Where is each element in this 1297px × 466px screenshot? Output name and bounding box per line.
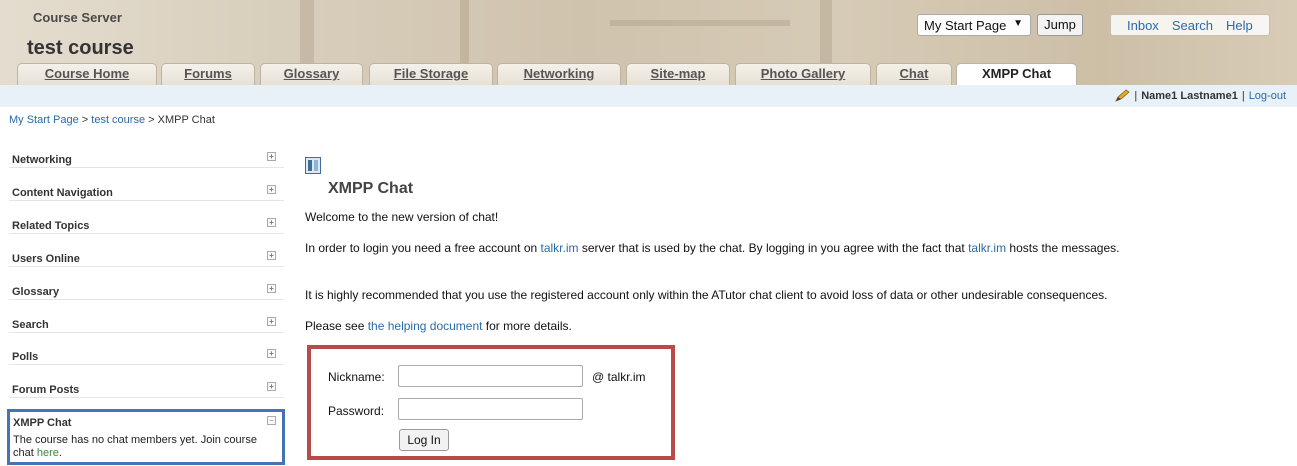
side-menu-label: Related Topics (12, 220, 90, 232)
domain-suffix: @ talkr.im (592, 370, 646, 384)
expand-icon[interactable]: + (267, 284, 276, 293)
expand-icon[interactable]: + (267, 382, 276, 391)
expand-icon[interactable]: + (267, 152, 276, 161)
nickname-label: Nickname: (328, 370, 385, 384)
helping-document-link[interactable]: the helping document (368, 319, 483, 333)
tab-networking[interactable]: Networking (497, 63, 621, 85)
side-menu-label: Search (12, 319, 49, 331)
xmpp-chat-panel-title[interactable]: XMPP Chat (13, 417, 71, 429)
login-info-part: server that is used by the chat. By logg… (578, 241, 969, 255)
logout-link[interactable]: Log-out (1249, 90, 1286, 102)
top-links: Inbox Search Help (1110, 14, 1270, 36)
side-menu-label: Users Online (12, 253, 80, 265)
xmpp-chat-panel-end: . (58, 447, 62, 459)
user-bar-separator: | (1241, 90, 1245, 102)
collapse-icon[interactable]: − (267, 416, 276, 425)
start-page-select[interactable]: My Start Page ▼ (917, 14, 1031, 36)
breadcrumb-separator: > (81, 114, 89, 126)
xmpp-chat-panel-body: The course has no chat members yet. Join… (13, 434, 273, 460)
side-menu-search[interactable]: Search + (9, 315, 284, 333)
tab-xmpp-chat[interactable]: XMPP Chat (956, 63, 1077, 85)
side-menu-label: Polls (12, 351, 39, 363)
login-form: Nickname: @ talkr.im Password: Log In (307, 345, 675, 460)
recommendation-text: It is highly recommended that you use th… (305, 288, 1108, 302)
jump-area: My Start Page ▼ Jump (917, 14, 1083, 36)
side-menu-forum-posts[interactable]: Forum Posts + (9, 380, 284, 398)
side-menu-label: Glossary (12, 286, 60, 298)
header: Course Server test course My Start Page … (0, 0, 1297, 85)
breadcrumb-start-page[interactable]: My Start Page (9, 114, 79, 126)
tab-site-map[interactable]: Site-map (626, 63, 730, 85)
welcome-text: Welcome to the new version of chat! (305, 210, 499, 224)
course-title[interactable]: test course (27, 37, 134, 60)
login-info-text: In order to login you need a free accoun… (305, 242, 1205, 255)
header-decor (820, 0, 832, 63)
side-menu-label: Content Navigation (12, 187, 113, 199)
breadcrumb: My Start Page > test course > XMPP Chat (9, 114, 215, 126)
expand-icon[interactable]: + (267, 185, 276, 194)
talkr-link[interactable]: talkr.im (968, 241, 1006, 255)
side-menu-related-topics[interactable]: Related Topics + (9, 216, 284, 234)
dropdown-arrow-icon: ▼ (1013, 18, 1023, 29)
inbox-link[interactable]: Inbox (1127, 18, 1159, 33)
password-input[interactable] (398, 398, 583, 420)
user-bar-separator: | (1134, 90, 1138, 102)
header-decor (460, 0, 469, 63)
course-tabs: Course Home Forums Glossary File Storage… (0, 63, 1297, 85)
side-menu-label: Forum Posts (12, 384, 80, 396)
header-decor (300, 0, 314, 63)
help-text: Please see the helping document for more… (305, 320, 1205, 333)
tab-photo-gallery[interactable]: Photo Gallery (735, 63, 871, 85)
login-info-part: In order to login you need a free accoun… (305, 241, 541, 255)
expand-icon[interactable]: + (267, 317, 276, 326)
breadcrumb-current: XMPP Chat (157, 114, 215, 126)
expand-icon[interactable]: + (267, 251, 276, 260)
side-menu-label: Networking (12, 154, 72, 166)
tab-glossary[interactable]: Glossary (260, 63, 363, 85)
tab-forums[interactable]: Forums (161, 63, 255, 85)
side-menu-polls[interactable]: Polls + (9, 347, 284, 365)
toggle-side-menu-icon[interactable] (305, 157, 321, 174)
breadcrumb-separator: > (148, 114, 155, 126)
side-menu-users-online[interactable]: Users Online + (9, 249, 284, 267)
pencil-icon[interactable] (1114, 89, 1131, 103)
header-decor (610, 20, 790, 26)
help-text-part: for more details. (482, 319, 572, 333)
side-menu-content-navigation[interactable]: Content Navigation + (9, 183, 284, 201)
start-page-select-value: My Start Page (924, 18, 1007, 33)
side-menu-networking[interactable]: Networking + (9, 150, 284, 168)
side-menu-glossary[interactable]: Glossary + (9, 282, 284, 300)
user-info: | Name1 Lastname1 | Log-out (1114, 89, 1286, 103)
tab-course-home[interactable]: Course Home (17, 63, 157, 85)
join-chat-link[interactable]: here (37, 447, 59, 459)
breadcrumb-course[interactable]: test course (91, 114, 145, 126)
expand-icon[interactable]: + (267, 218, 276, 227)
xmpp-chat-panel: XMPP Chat − The course has no chat membe… (7, 409, 285, 465)
jump-button[interactable]: Jump (1037, 14, 1083, 36)
help-text-part: Please see (305, 319, 368, 333)
toggle-side-menu-icon-part (314, 160, 318, 171)
user-bar: | Name1 Lastname1 | Log-out (0, 85, 1297, 107)
nickname-input[interactable] (398, 365, 583, 387)
page-title: XMPP Chat (328, 180, 414, 197)
toggle-side-menu-icon-part (308, 160, 312, 171)
tab-file-storage[interactable]: File Storage (369, 63, 493, 85)
user-name: Name1 Lastname1 (1141, 90, 1238, 102)
tab-chat[interactable]: Chat (876, 63, 952, 85)
login-info-part: hosts the messages. (1006, 241, 1120, 255)
site-name[interactable]: Course Server (33, 10, 122, 25)
password-label: Password: (328, 404, 385, 418)
log-in-button[interactable]: Log In (399, 429, 449, 451)
talkr-link[interactable]: talkr.im (541, 241, 579, 255)
expand-icon[interactable]: + (267, 349, 276, 358)
help-link[interactable]: Help (1226, 18, 1253, 33)
search-link[interactable]: Search (1172, 18, 1213, 33)
